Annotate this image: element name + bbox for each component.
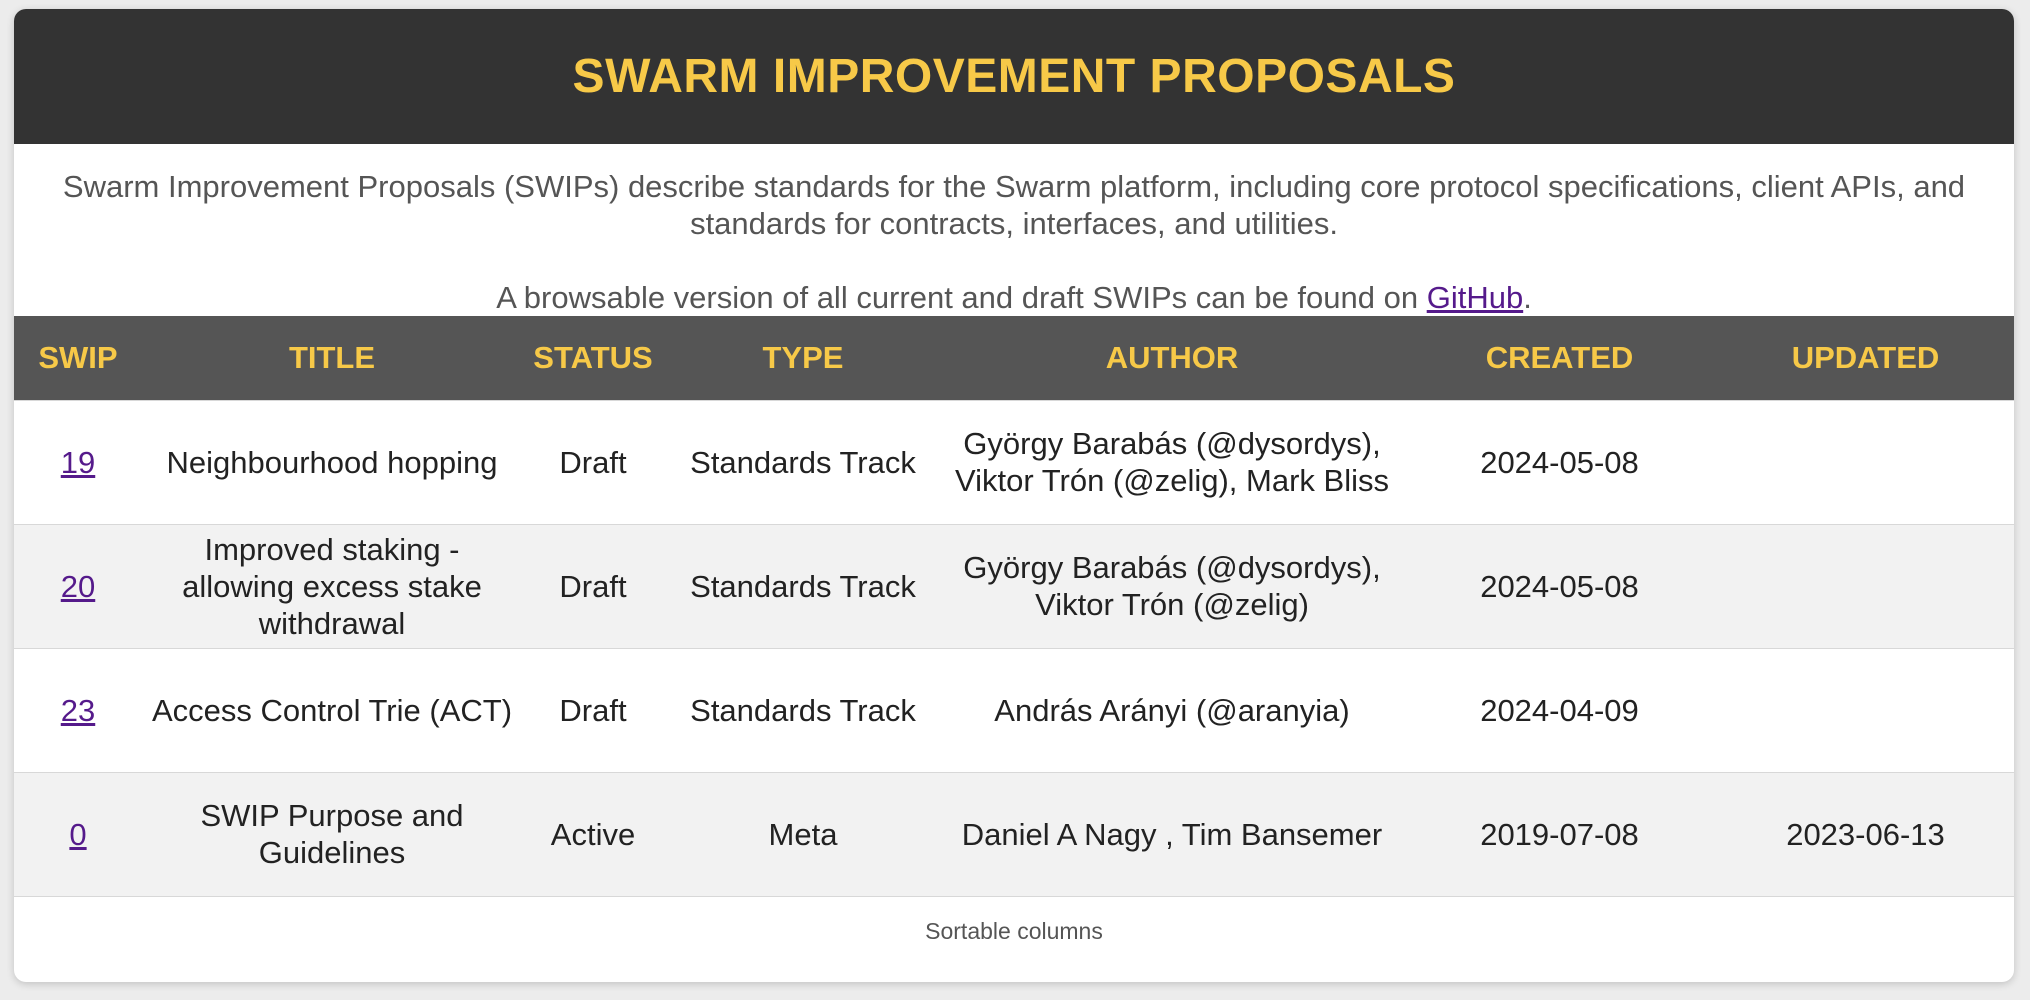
cell-status: Draft bbox=[559, 692, 627, 728]
cell-created: 2019-07-08 bbox=[1480, 816, 1639, 852]
column-header-type[interactable]: TYPE bbox=[664, 316, 942, 400]
cell-type: Standards Track bbox=[690, 568, 916, 604]
cell-title: Neighbourhood hopping bbox=[166, 444, 498, 480]
cell-type: Standards Track bbox=[690, 692, 916, 728]
column-header-swip[interactable]: SWIP bbox=[14, 316, 142, 400]
cell-updated bbox=[1717, 524, 2014, 648]
column-header-updated[interactable]: UPDATED bbox=[1717, 316, 2014, 400]
column-header-author[interactable]: AUTHOR bbox=[942, 316, 1402, 400]
cell-title: Access Control Trie (ACT) bbox=[152, 692, 513, 728]
github-link[interactable]: GitHub bbox=[1427, 280, 1523, 315]
cell-swip: 23 bbox=[14, 648, 142, 772]
swip-link[interactable]: 19 bbox=[61, 445, 95, 480]
cell-swip: 19 bbox=[14, 400, 142, 524]
cell-updated bbox=[1717, 648, 2014, 772]
swip-link[interactable]: 0 bbox=[69, 817, 86, 852]
cell-title: Improved staking - allowing excess stake… bbox=[182, 531, 482, 641]
cell-created: 2024-05-08 bbox=[1480, 568, 1639, 604]
cell-updated bbox=[1717, 400, 2014, 524]
table-row: 20 Improved staking - allowing excess st… bbox=[14, 524, 2014, 648]
table-footer: Sortable columns bbox=[14, 896, 2014, 965]
cell-created: 2024-05-08 bbox=[1480, 444, 1639, 480]
column-header-status[interactable]: STATUS bbox=[522, 316, 664, 400]
swip-link[interactable]: 20 bbox=[61, 569, 95, 604]
cell-created: 2024-04-09 bbox=[1480, 692, 1639, 728]
column-header-title[interactable]: TITLE bbox=[142, 316, 522, 400]
swip-card: SWARM IMPROVEMENT PROPOSALS Swarm Improv… bbox=[14, 9, 2014, 982]
cell-author: György Barabás (@dysordys), Viktor Trón … bbox=[963, 550, 1381, 622]
cell-author: György Barabás (@dysordys), Viktor Trón … bbox=[955, 426, 1389, 498]
cell-swip: 20 bbox=[14, 524, 142, 648]
cell-status: Draft bbox=[559, 444, 627, 480]
page-header: SWARM IMPROVEMENT PROPOSALS bbox=[14, 9, 2014, 144]
page-title: SWARM IMPROVEMENT PROPOSALS bbox=[572, 50, 1456, 103]
intro-section: Swarm Improvement Proposals (SWIPs) desc… bbox=[14, 144, 2014, 316]
table-header-row: SWIP TITLE STATUS TYPE AUTHOR CREATED UP… bbox=[14, 316, 2014, 400]
intro-text: Swarm Improvement Proposals (SWIPs) desc… bbox=[62, 169, 1966, 241]
swip-table: SWIP TITLE STATUS TYPE AUTHOR CREATED UP… bbox=[14, 316, 2014, 896]
column-header-created[interactable]: CREATED bbox=[1402, 316, 1717, 400]
cell-swip: 0 bbox=[14, 772, 142, 896]
browse-suffix: . bbox=[1523, 280, 1532, 315]
table-row: 19 Neighbourhood hopping Draft Standards… bbox=[14, 400, 2014, 524]
cell-status: Draft bbox=[559, 568, 627, 604]
swip-link[interactable]: 23 bbox=[61, 693, 95, 728]
cell-type: Standards Track bbox=[690, 444, 916, 480]
browse-line: A browsable version of all current and d… bbox=[54, 279, 1974, 316]
table-row: 23 Access Control Trie (ACT) Draft Stand… bbox=[14, 648, 2014, 772]
cell-status: Active bbox=[550, 816, 636, 852]
cell-title: SWIP Purpose and Guidelines bbox=[200, 798, 464, 871]
cell-type: Meta bbox=[768, 816, 838, 852]
table-row: 0 SWIP Purpose and Guidelines Active Met… bbox=[14, 772, 2014, 896]
browse-prefix: A browsable version of all current and d… bbox=[496, 280, 1427, 315]
cell-updated: 2023-06-13 bbox=[1786, 816, 1945, 852]
cell-author: Daniel A Nagy , Tim Bansemer bbox=[961, 816, 1383, 852]
cell-author: András Arányi (@aranyia) bbox=[994, 692, 1350, 728]
